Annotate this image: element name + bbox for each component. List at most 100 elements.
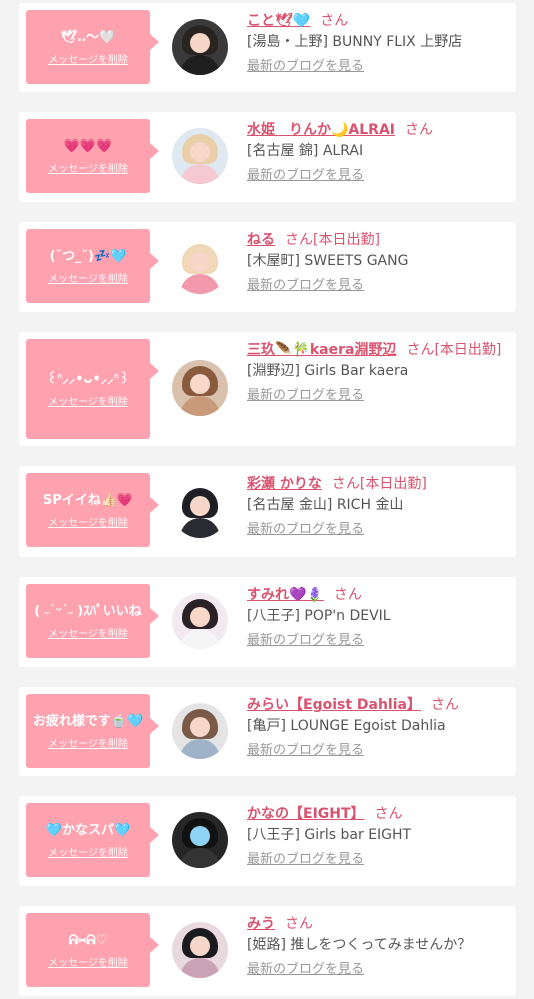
area: [湯島・上野] xyxy=(247,34,328,50)
honorific: さん xyxy=(430,697,459,713)
message-bubble: 🩵かなスパ🩵 メッセージを削除 xyxy=(26,803,159,877)
message-bubble: ꒰ᐢ⸝⸝•ᴗ•⸝⸝ᐢ꒱ メッセージを削除 xyxy=(26,339,159,439)
avatar[interactable] xyxy=(172,482,228,538)
delete-message-link[interactable]: メッセージを削除 xyxy=(48,735,128,750)
avatar[interactable] xyxy=(172,238,228,294)
delete-message-link[interactable]: メッセージを削除 xyxy=(48,51,128,66)
message-card: ꒰ᐢ⸝⸝•ᴗ•⸝⸝ᐢ꒱ メッセージを削除 三玖🪶🎋kaera淵野辺 さん[本日出勤… xyxy=(19,332,516,446)
user-name-link[interactable]: 三玖🪶🎋kaera淵野辺 xyxy=(247,342,396,358)
message-text: ᕱ⑅ᕱ♡ xyxy=(68,932,108,948)
area: [姫路] xyxy=(247,937,286,953)
message-bubble: (˘つ_˘)💤🩵 メッセージを削除 xyxy=(26,229,159,303)
message-card: 🩵かなスパ🩵 メッセージを削除 かなの【EIGHT】 さん [八王子] Girls… xyxy=(19,796,516,886)
shop-info: [名古屋 金山] RICH 金山 xyxy=(247,495,508,516)
message-bubble: 💗💗💗 メッセージを削除 xyxy=(26,119,159,193)
latest-blog-link[interactable]: 最新のブログを見る xyxy=(247,519,508,540)
delete-message-link[interactable]: メッセージを削除 xyxy=(48,160,128,175)
delete-message-link[interactable]: メッセージを削除 xyxy=(48,844,128,859)
latest-blog-link[interactable]: 最新のブログを見る xyxy=(247,56,508,77)
avatar[interactable] xyxy=(172,19,228,75)
message-text: 💗💗💗 xyxy=(63,138,113,154)
area: [亀戸] xyxy=(247,718,286,734)
honorific: さん xyxy=(285,916,313,932)
user-name-link[interactable]: 彩瀬 かりな xyxy=(247,476,322,492)
shop-name: SWEETS GANG xyxy=(304,253,409,269)
avatar[interactable] xyxy=(172,593,228,649)
status-text: [本日出勤] xyxy=(434,342,502,358)
avatar[interactable] xyxy=(172,812,228,868)
latest-blog-link[interactable]: 最新のブログを見る xyxy=(247,740,508,761)
avatar[interactable] xyxy=(172,360,228,416)
avatar[interactable] xyxy=(172,922,228,978)
shop-info: [名古屋 錦] ALRAI xyxy=(247,141,508,162)
message-card: 💗💗💗 メッセージを削除 水姫 りんか🌙ALRAI さん [名古屋 錦] ALRA… xyxy=(19,112,516,202)
avatar[interactable] xyxy=(172,128,228,184)
status-text: [本日出勤] xyxy=(359,476,427,492)
honorific: さん xyxy=(405,122,434,138)
message-card: ( ˶˙ᵕ˙˶ )ｽﾊﾟいいね メッセージを削除 すみれ💜🪻 さん [八王子] P… xyxy=(19,577,516,667)
message-card: ᕱ⑅ᕱ♡ メッセージを削除 みう さん [姫路] 推しをつくってみませんか？ 最新… xyxy=(19,906,516,996)
shop-name: POP'n DEVIL xyxy=(304,608,391,624)
shop-info: [亀戸] LOUNGE Egoist Dahlia xyxy=(247,716,508,737)
area: [淵野辺] xyxy=(247,363,300,379)
message-text: SPイイね👍🏻💗 xyxy=(42,492,134,508)
message-text: (˘つ_˘)💤🩵 xyxy=(49,248,127,264)
message-card: 🕊‥〜🤍 メッセージを削除 こと🕊🩵 さん [湯島・上野] BUNNY FLIX … xyxy=(19,3,516,92)
honorific: さん xyxy=(406,342,435,358)
user-name-link[interactable]: こと🕊🩵 xyxy=(247,13,310,29)
shop-info: [八王子] POP'n DEVIL xyxy=(247,606,508,627)
message-text: ꒰ᐢ⸝⸝•ᴗ•⸝⸝ᐢ꒱ xyxy=(46,371,130,387)
honorific: さん xyxy=(333,587,362,603)
area: [八王子] xyxy=(247,608,300,624)
user-name-link[interactable]: すみれ💜🪻 xyxy=(247,587,324,603)
message-text: ( ˶˙ᵕ˙˶ )ｽﾊﾟいいね xyxy=(34,603,142,619)
honorific: さん xyxy=(331,476,360,492)
user-name-link[interactable]: ねる xyxy=(247,232,275,248)
latest-blog-link[interactable]: 最新のブログを見る xyxy=(247,849,508,870)
shop-name: BUNNY FLIX 上野店 xyxy=(332,34,463,50)
latest-blog-link[interactable]: 最新のブログを見る xyxy=(247,385,508,406)
message-card: (˘つ_˘)💤🩵 メッセージを削除 ねる さん[本日出勤] [木屋町] SWEET… xyxy=(19,222,516,312)
honorific: さん xyxy=(374,806,403,822)
message-bubble: ᕱ⑅ᕱ♡ メッセージを削除 xyxy=(26,913,159,987)
area: [名古屋 錦] xyxy=(247,143,319,159)
avatar[interactable] xyxy=(172,703,228,759)
message-text: お疲れ様です🍵🩵 xyxy=(32,713,144,729)
shop-info: [湯島・上野] BUNNY FLIX 上野店 xyxy=(247,32,508,53)
latest-blog-link[interactable]: 最新のブログを見る xyxy=(247,275,508,296)
area: [八王子] xyxy=(247,827,300,843)
delete-message-link[interactable]: メッセージを削除 xyxy=(48,514,128,529)
user-name-link[interactable]: かなの【EIGHT】 xyxy=(247,806,365,822)
area: [名古屋 金山] xyxy=(247,497,333,513)
latest-blog-link[interactable]: 最新のブログを見る xyxy=(247,959,508,980)
delete-message-link[interactable]: メッセージを削除 xyxy=(48,393,128,408)
message-text: 🩵かなスパ🩵 xyxy=(45,822,131,838)
shop-name: RICH 金山 xyxy=(336,497,404,513)
latest-blog-link[interactable]: 最新のブログを見る xyxy=(247,165,508,186)
delete-message-link[interactable]: メッセージを削除 xyxy=(48,625,128,640)
message-card: お疲れ様です🍵🩵 メッセージを削除 みらい【Egoist Dahlia】 さん [… xyxy=(19,687,516,776)
latest-blog-link[interactable]: 最新のブログを見る xyxy=(247,630,508,651)
honorific: さん xyxy=(285,232,313,248)
delete-message-link[interactable]: メッセージを削除 xyxy=(48,954,128,969)
shop-info: [姫路] 推しをつくってみませんか？ xyxy=(247,935,508,956)
message-bubble: SPイイね👍🏻💗 メッセージを削除 xyxy=(26,473,159,547)
area: [木屋町] xyxy=(247,253,300,269)
user-name-link[interactable]: 水姫 りんか🌙ALRAI xyxy=(247,122,395,138)
user-name-link[interactable]: みらい【Egoist Dahlia】 xyxy=(247,697,421,713)
message-card: SPイイね👍🏻💗 メッセージを削除 彩瀬 かりな さん[本日出勤] [名古屋 金山… xyxy=(19,466,516,557)
honorific: さん xyxy=(320,13,349,29)
shop-info: [木屋町] SWEETS GANG xyxy=(247,251,508,272)
message-bubble: 🕊‥〜🤍 メッセージを削除 xyxy=(26,10,159,84)
shop-info: [八王子] Girls bar EIGHT xyxy=(247,825,508,846)
delete-message-link[interactable]: メッセージを削除 xyxy=(48,270,128,285)
shop-name: ALRAI xyxy=(322,143,364,159)
message-bubble: ( ˶˙ᵕ˙˶ )ｽﾊﾟいいね メッセージを削除 xyxy=(26,584,159,658)
shop-name: Girls Bar kaera xyxy=(304,363,409,379)
shop-name: LOUNGE Egoist Dahlia xyxy=(290,718,446,734)
status-text: [本日出勤] xyxy=(313,232,380,248)
shop-info: [淵野辺] Girls Bar kaera xyxy=(247,361,508,382)
shop-name: Girls bar EIGHT xyxy=(304,827,412,843)
message-bubble: お疲れ様です🍵🩵 メッセージを削除 xyxy=(26,694,159,768)
user-name-link[interactable]: みう xyxy=(247,916,275,932)
